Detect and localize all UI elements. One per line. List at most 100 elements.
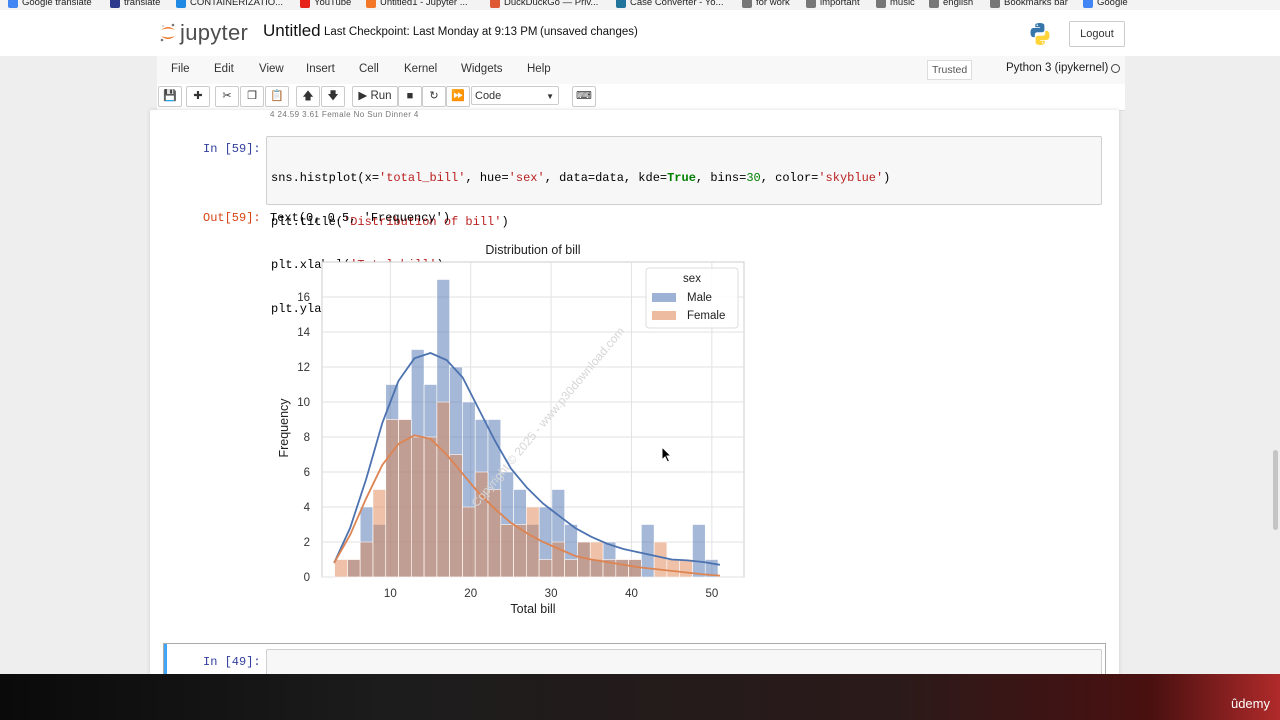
page-scrollbar[interactable]	[1273, 450, 1278, 530]
arrow-down-icon: 🡇	[327, 90, 339, 102]
cell-type-select[interactable]: Code ▼	[471, 86, 559, 105]
jupyter-logo[interactable]: jupyter	[160, 20, 248, 46]
output-prompt: Out[59]:	[203, 211, 261, 225]
histogram-bar-female	[411, 436, 425, 578]
histogram-bar-female	[423, 436, 438, 578]
bookmark-8[interactable]: important	[806, 0, 860, 8]
bookmark-label: Untitled1 - Jupyter ...	[380, 0, 468, 8]
bookmark-label: important	[820, 0, 860, 8]
kernel-idle-indicator	[1111, 64, 1120, 73]
jupyter-icon	[366, 0, 376, 8]
x-tick-label: 30	[545, 588, 558, 600]
legend-title: sex	[683, 273, 701, 285]
bookmark-0[interactable]: Google translate	[8, 0, 92, 8]
copy-button[interactable]: ❐	[240, 86, 264, 107]
move-up-button[interactable]: 🡅	[296, 86, 320, 107]
copy-icon: ❐	[247, 90, 257, 102]
y-tick-label: 2	[304, 537, 310, 549]
legend-label-female: Female	[687, 310, 725, 322]
bookmark-6[interactable]: Case Converter - Yo...	[616, 0, 723, 8]
histogram-bar-female	[653, 541, 668, 578]
folder-icon	[742, 0, 752, 8]
mouse-cursor-icon	[661, 446, 673, 463]
folder-icon	[876, 0, 886, 8]
container-icon	[176, 0, 186, 8]
bookmark-10[interactable]: english	[929, 0, 973, 8]
histogram-bar-male	[692, 524, 706, 578]
bookmark-11[interactable]: Bookmarks bar	[990, 0, 1068, 8]
google-translate-icon	[8, 0, 18, 8]
histogram-bar-female	[487, 489, 502, 578]
histogram-bar-female	[462, 506, 476, 578]
bookmark-3[interactable]: YouTube	[300, 0, 351, 8]
cell-type-value: Code	[475, 90, 502, 102]
restart-button[interactable]: ↻	[422, 86, 446, 107]
histogram-bar-female	[615, 559, 629, 578]
bookmark-label: DuckDuckGo — Priv...	[504, 0, 599, 8]
save-button[interactable]: 💾	[158, 86, 182, 107]
histogram-bar-female	[564, 559, 578, 578]
menu-cell[interactable]: Cell	[359, 63, 379, 75]
jupyter-logo-icon	[160, 23, 175, 42]
histogram-bar-female	[436, 401, 450, 578]
bookmark-label: Case Converter - Yo...	[630, 0, 724, 8]
unsaved-status: (unsaved changes)	[540, 26, 638, 38]
menu-file[interactable]: File	[171, 63, 190, 75]
insert-cell-button[interactable]: ✚	[186, 86, 210, 107]
bookmarks-bar: Google translate translate CONTAINERIZATIO…	[0, 0, 1280, 10]
histogram-bar-female	[666, 559, 680, 578]
bookmark-2[interactable]: CONTAINERIZATIO...	[176, 0, 283, 8]
play-icon: ▶	[358, 90, 368, 102]
bookmark-9[interactable]: music	[876, 0, 915, 8]
bookmark-label: english	[943, 0, 974, 8]
menu-widgets[interactable]: Widgets	[461, 63, 503, 75]
run-button[interactable]: ▶ Run	[352, 86, 398, 107]
histogram-bar-female	[347, 559, 361, 578]
restart-run-all-button[interactable]: ⏩	[446, 86, 470, 107]
bookmark-label: Bookmarks bar	[1004, 0, 1068, 8]
code-cell-49[interactable]: sns.scatterplot(x='total_bill', y='tip',…	[266, 649, 1102, 674]
histogram-chart: Distribution of bill Total bill Frequenc…	[277, 243, 745, 616]
run-label: Run	[370, 90, 392, 102]
code-cell-59[interactable]: sns.histplot(x='total_bill', hue='sex', …	[266, 136, 1102, 316]
notebook-title[interactable]: Untitled	[263, 21, 321, 41]
histogram-bar-female	[526, 506, 540, 578]
bookmark-4[interactable]: Untitled1 - Jupyter ...	[366, 0, 468, 8]
histogram-bar-female	[334, 559, 348, 578]
y-tick-label: 8	[304, 432, 310, 444]
histogram-bar-female	[538, 559, 553, 578]
save-icon: 💾	[163, 90, 177, 102]
fast-forward-icon: ⏩	[451, 90, 465, 102]
interrupt-button[interactable]: ■	[398, 86, 422, 107]
jupyter-logo-text: jupyter	[180, 20, 249, 45]
trusted-badge[interactable]: Trusted	[927, 60, 973, 80]
kernel-name[interactable]: Python 3 (ipykernel)	[1006, 62, 1108, 74]
bookmark-7[interactable]: for work	[742, 0, 790, 8]
histogram-bar-female	[500, 524, 514, 578]
x-axis-label: Total bill	[510, 602, 555, 616]
histogram-bar-female	[359, 541, 374, 578]
paste-button[interactable]: 📋	[265, 86, 289, 107]
y-tick-label: 4	[304, 502, 311, 514]
cut-button[interactable]: ✂	[215, 86, 239, 107]
bookmark-5[interactable]: DuckDuckGo — Priv...	[490, 0, 598, 8]
input-prompt-49: In [49]:	[203, 655, 261, 669]
y-tick-label: 14	[297, 327, 310, 339]
output-text: Text(0, 0.5, 'Frequency')	[270, 211, 451, 225]
menu-insert[interactable]: Insert	[306, 63, 335, 75]
video-overlay-bar: ûdemy	[0, 674, 1280, 720]
y-tick-label: 10	[297, 397, 310, 409]
command-palette-button[interactable]: ⌨	[572, 86, 596, 107]
menu-view[interactable]: View	[259, 63, 284, 75]
menu-edit[interactable]: Edit	[214, 63, 234, 75]
logout-button[interactable]: Logout	[1069, 21, 1125, 47]
menu-help[interactable]: Help	[527, 63, 551, 75]
bookmark-1[interactable]: translate	[110, 0, 160, 8]
toolbar: 💾 ✚ ✂ ❐ 📋 🡅 🡇 ▶ Run ■ ↻ ⏩ Code ▼ ⌨	[157, 84, 1125, 111]
move-down-button[interactable]: 🡇	[321, 86, 345, 107]
paste-icon: 📋	[270, 90, 284, 102]
bookmark-12[interactable]: Google	[1083, 0, 1128, 8]
folder-icon	[990, 0, 1000, 8]
menu-kernel[interactable]: Kernel	[404, 63, 437, 75]
youtube-icon	[300, 0, 310, 8]
